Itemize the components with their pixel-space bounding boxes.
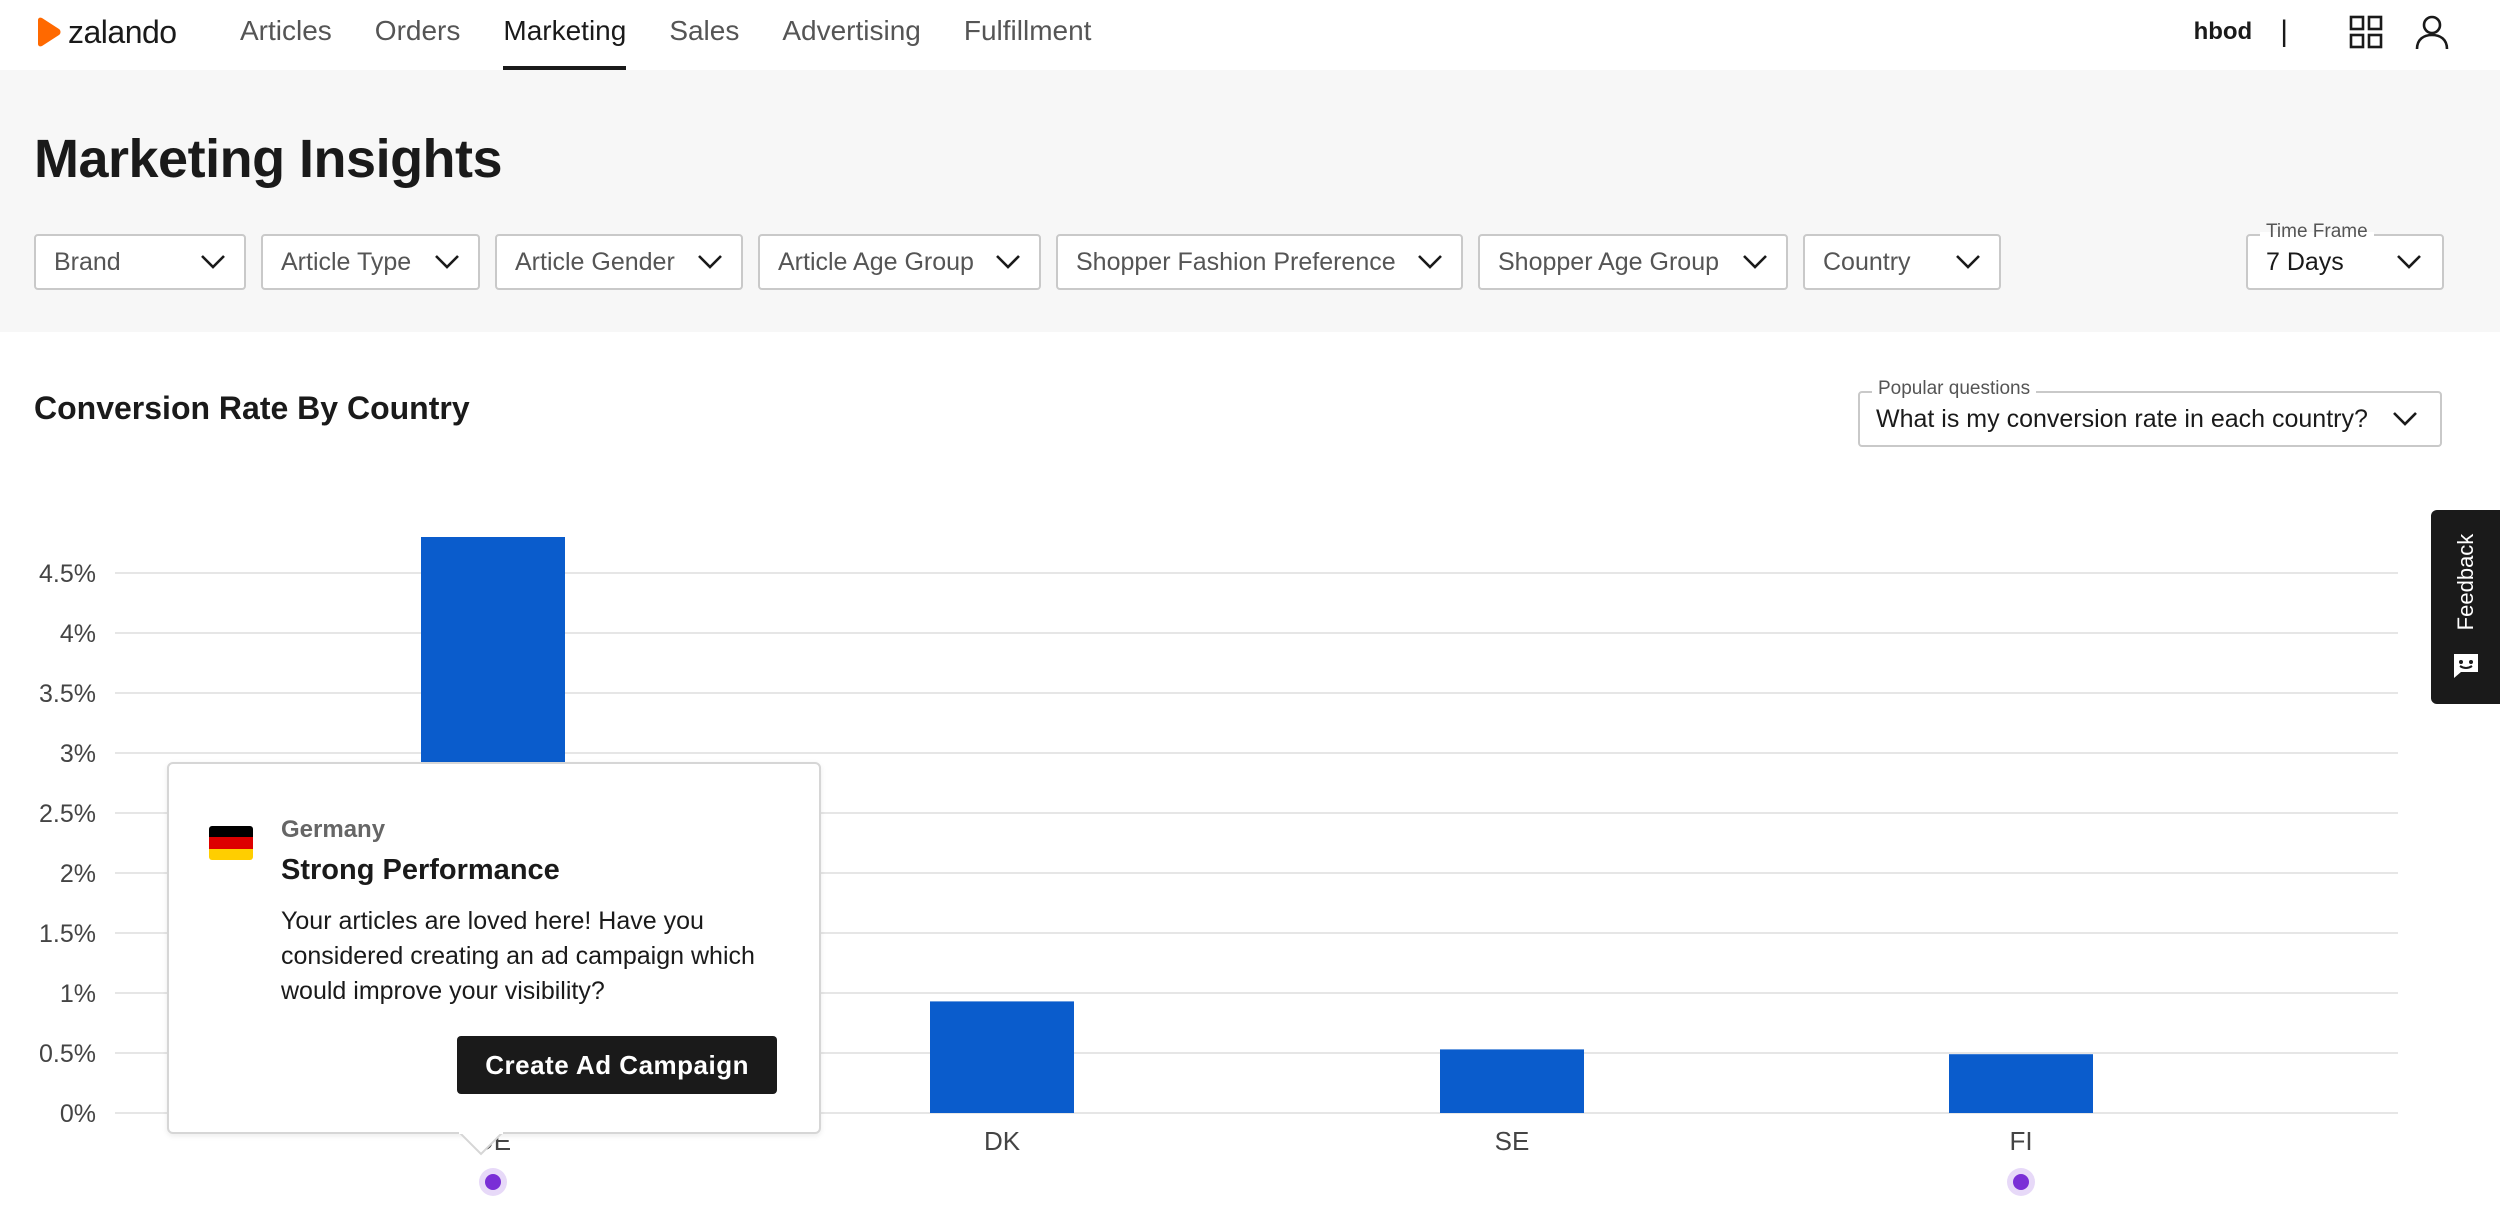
brand-name: zalando — [68, 13, 177, 50]
time-frame-value: 7 Days — [2266, 247, 2344, 276]
username[interactable]: hbod — [2194, 18, 2253, 46]
tooltip-country: Germany — [281, 816, 386, 843]
feedback-label: Feedback — [2452, 533, 2478, 631]
flag-stripe — [209, 826, 253, 838]
y-tick-label: 1% — [60, 980, 96, 1008]
marker-dot-fi[interactable] — [2013, 1174, 2029, 1190]
y-tick-label: 2.5% — [39, 800, 96, 828]
apps-grid-icon[interactable] — [2348, 14, 2384, 50]
top-navigation-bar: zalando Articles Orders Marketing Sales Adve… — [0, 0, 2500, 70]
filter-article-type[interactable]: Article Type — [261, 234, 480, 290]
chevron-down-icon — [996, 255, 1020, 269]
chevron-down-icon — [1956, 255, 1980, 269]
popular-questions-value: What is my conversion rate in each count… — [1876, 404, 2368, 433]
bar-dk — [930, 1001, 1074, 1113]
filter-label: Article Type — [281, 247, 412, 276]
filter-label: Shopper Fashion Preference — [1076, 247, 1396, 276]
chevron-down-icon — [435, 255, 459, 269]
main-nav: Articles Orders Marketing Sales Advertising F… — [240, 0, 1134, 70]
y-tick-label: 3% — [60, 740, 96, 768]
header-band: Marketing Insights Brand Article Type Arti… — [0, 70, 2500, 332]
time-frame-select[interactable]: Time Frame 7 Days — [2246, 222, 2444, 290]
nav-item-advertising[interactable]: Advertising — [782, 0, 921, 70]
user-area: hbod | — [2194, 10, 2450, 54]
nav-item-fulfillment[interactable]: Fulfillment — [964, 0, 1092, 70]
filter-article-gender[interactable]: Article Gender — [495, 234, 743, 290]
x-tick-label-se: SE — [1495, 1126, 1530, 1156]
nav-item-sales[interactable]: Sales — [669, 0, 739, 70]
filter-brand[interactable]: Brand — [34, 234, 246, 290]
filter-shopper-age-group[interactable]: Shopper Age Group — [1478, 234, 1788, 290]
zalando-logo[interactable]: zalando — [32, 12, 177, 52]
filter-label: Country — [1823, 247, 1911, 276]
create-ad-campaign-button[interactable]: Create Ad Campaign — [457, 1036, 777, 1094]
popular-questions-select[interactable]: Popular questions What is my conversion … — [1858, 379, 2442, 447]
page-title: Marketing Insights — [34, 129, 503, 189]
x-tick-label-fi: FI — [2009, 1126, 2032, 1156]
tooltip-arrow — [459, 1132, 503, 1156]
filter-article-age-group[interactable]: Article Age Group — [758, 234, 1041, 290]
zalando-logo-icon — [38, 17, 61, 47]
y-tick-label: 1.5% — [39, 920, 96, 948]
chevron-down-icon — [698, 255, 722, 269]
filter-country[interactable]: Country — [1803, 234, 2001, 290]
y-tick-label: 0% — [60, 1100, 96, 1128]
filter-label: Article Age Group — [778, 247, 974, 276]
flag-stripe — [209, 848, 253, 860]
filter-label: Article Gender — [515, 247, 675, 276]
chevron-down-icon — [1743, 255, 1767, 269]
time-frame-label: Time Frame — [2260, 222, 2374, 242]
filter-shopper-fashion-preference[interactable]: Shopper Fashion Preference — [1056, 234, 1463, 290]
y-tick-label: 3.5% — [39, 680, 96, 708]
y-tick-label: 0.5% — [39, 1040, 96, 1068]
nav-item-marketing[interactable]: Marketing — [503, 0, 626, 70]
chevron-down-icon — [2393, 412, 2417, 426]
filter-label: Shopper Age Group — [1498, 247, 1719, 276]
flag-stripe — [209, 837, 253, 849]
filter-bar: Brand Article Type Article Gender Article A… — [34, 234, 2016, 290]
tooltip-body: Your articles are loved here! Have you c… — [281, 907, 755, 1005]
marker-dot-de[interactable] — [485, 1174, 501, 1190]
bar-fi — [1949, 1054, 2093, 1113]
nav-item-articles[interactable]: Articles — [240, 0, 332, 70]
chevron-down-icon — [2397, 255, 2421, 269]
user-icon[interactable] — [2414, 14, 2450, 50]
chevron-down-icon — [201, 255, 225, 269]
feedback-tab[interactable]: Feedback — [2431, 510, 2500, 704]
nav-item-orders[interactable]: Orders — [375, 0, 461, 70]
y-tick-label: 2% — [60, 860, 96, 888]
y-tick-label: 4.5% — [39, 560, 96, 588]
country-tooltip: Germany Strong Performance Your articles… — [167, 762, 821, 1156]
popular-questions-label: Popular questions — [1872, 379, 2037, 399]
tooltip-heading: Strong Performance — [281, 854, 560, 886]
chat-bubble-icon — [2454, 654, 2478, 678]
filter-label: Brand — [54, 247, 121, 276]
x-tick-label-dk: DK — [984, 1126, 1021, 1156]
separator: | — [2280, 15, 2288, 48]
bar-se — [1440, 1049, 1584, 1113]
germany-flag-icon — [209, 826, 253, 860]
section-title: Conversion Rate By Country — [34, 390, 470, 426]
chevron-down-icon — [1418, 255, 1442, 269]
y-tick-label: 4% — [60, 620, 96, 648]
